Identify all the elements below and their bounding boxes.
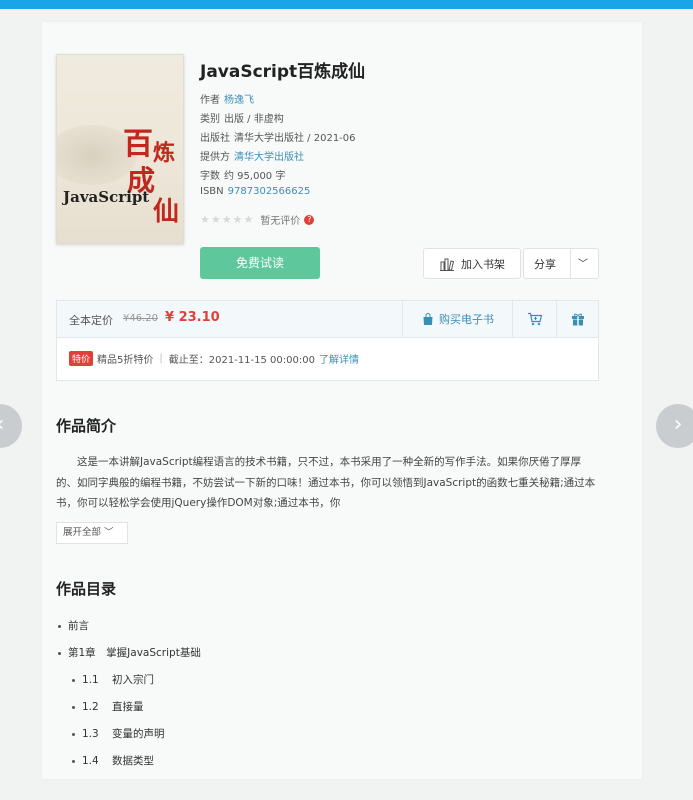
add-to-shelf-button[interactable]: 加入书架 [423,248,521,279]
gift-button[interactable] [556,301,599,337]
prev-arrow-button[interactable]: ‹ [0,404,22,448]
cover-title-char: 仙 [153,197,180,227]
buy-ebook-button[interactable]: 购买电子书 [402,301,513,337]
cover-title-char: 百 [123,127,153,162]
rating-text: 暂无评价 [260,216,301,227]
chevron-left-icon: ‹ [0,412,4,437]
add-to-cart-button[interactable] [512,301,557,337]
original-price: ¥46.20 [123,313,158,324]
isbn-link[interactable]: 9787302566625 [228,186,311,197]
intro-text: 这是一本讲解JavaScript编程语言的技术书籍，只不过，本书采用了一种全新的… [56,456,596,509]
toc-item-1-1[interactable]: 1.1 初入宗门 [72,672,154,687]
category-row: 类别 出版 / 非虚构 [200,114,284,125]
promo-badge: 特价 [69,351,94,366]
free-trial-button[interactable]: 免费试读 [200,247,320,279]
wordcount-row: 字数约 95,000 字 [200,171,286,182]
isbn-row: ISBN 9787302566625 [200,186,311,197]
publisher-row: 出版社 清华大学出版社 / 2021-06 [200,133,356,144]
star-icon: ★★★★★ [200,213,255,226]
cover-title-latin: JavaScript [63,188,150,206]
question-icon[interactable]: ? [304,214,315,225]
current-price: ¥ 23.10 [165,310,220,325]
rating-row: ★★★★★ 暂无评价 ? [200,212,315,227]
share-button[interactable]: 分享 ﹀ [523,248,599,279]
author-row: 作者 杨逸飞 [200,95,254,106]
price-label: 全本定价 [69,314,113,327]
provider-link[interactable]: 清华大学出版社 [234,152,304,163]
bag-icon [423,312,433,325]
toc-item-chapter-1[interactable]: 第1章 掌握JavaScript基础 [58,645,201,660]
author-link[interactable]: 杨逸飞 [224,95,254,106]
expand-all-button[interactable]: 展开全部 ﹀ [56,522,128,544]
price-box: 全本定价 ¥46.20 ¥ 23.10 购买电子书 特价 精品5折特价 | 截止… [56,300,599,381]
book-detail-card: 百 炼 成 仙 JavaScript JavaScript百炼成仙 作者 杨逸飞 … [42,22,642,779]
promo-text: 精品5折特价 [97,355,154,366]
toc-item-1-4[interactable]: 1.4 数据类型 [72,753,154,768]
top-accent-bar [0,0,693,9]
promo-row: 特价 精品5折特价 | 截止至：2021-11-15 00:00:00 了解详情 [69,351,359,366]
shelf-icon [440,258,455,271]
toc-heading: 作品目录 [56,580,117,598]
toc-item-1-2[interactable]: 1.2 直接量 [72,699,144,714]
promo-deadline: 截止至：2021-11-15 00:00:00 [168,355,315,366]
cart-icon [528,312,543,326]
toc-item-preface[interactable]: 前言 [58,618,89,633]
toc-item-1-3[interactable]: 1.3 变量的声明 [72,726,165,741]
book-title: JavaScript百炼成仙 [200,62,366,82]
chevron-down-icon[interactable]: ﹀ [578,255,588,270]
book-cover[interactable]: 百 炼 成 仙 JavaScript [56,54,184,244]
cover-title-char: 炼 [153,140,176,166]
promo-detail-link[interactable]: 了解详情 [319,351,359,366]
chevron-right-icon: › [673,412,683,437]
provider-row: 提供方 清华大学出版社 [200,152,304,163]
next-arrow-button[interactable]: › [656,404,693,448]
intro-heading: 作品简介 [56,417,117,435]
gift-icon [572,313,584,326]
